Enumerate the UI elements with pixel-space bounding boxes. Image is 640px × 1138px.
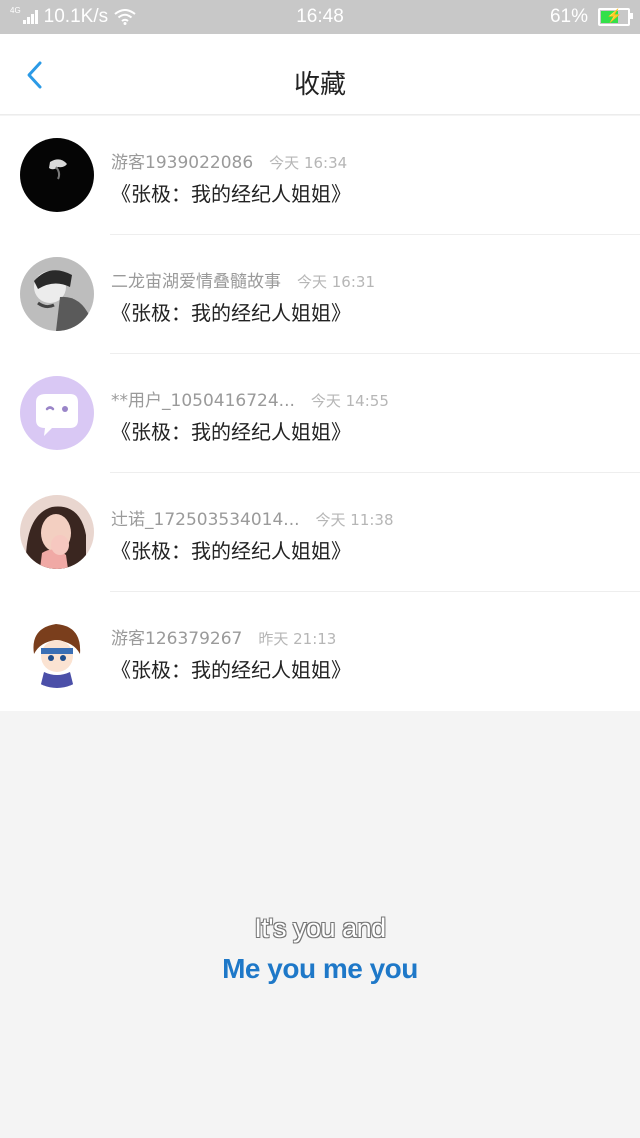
nav-bar: 收藏: [0, 34, 640, 115]
story-title: 《张极：我的经纪人姐姐》: [111, 301, 351, 325]
avatar[interactable]: [20, 138, 94, 212]
avatar[interactable]: [20, 614, 94, 688]
username: 辻诺_172503534014...: [111, 510, 300, 530]
page-title: 收藏: [293, 70, 346, 100]
list-item[interactable]: 二龙宙湖爱情叠髓故事 今天 16:31 《张极：我的经纪人姐姐》: [0, 235, 640, 354]
timestamp: 今天 16:31: [297, 273, 375, 291]
story-title: 《张极：我的经纪人姐姐》: [111, 420, 351, 444]
favorites-list: 游客1939022086 今天 16:34 《张极：我的经纪人姐姐》 二龙宙湖爱情…: [0, 116, 640, 711]
username: 游客1939022086: [111, 153, 254, 173]
battery-icon: ⚡: [598, 8, 633, 26]
lyric-line-highlight: Me you me you: [222, 953, 418, 984]
status-time: 16:48: [296, 6, 344, 27]
username: 二龙宙湖爱情叠髓故事: [111, 272, 281, 292]
username: 游客126379267: [111, 629, 243, 649]
avatar[interactable]: [20, 495, 94, 569]
timestamp: 今天 14:55: [310, 392, 389, 410]
list-item[interactable]: 游客1939022086 今天 16:34 《张极：我的经纪人姐姐》: [0, 116, 640, 235]
timestamp: 今天 11:38: [315, 511, 394, 529]
story-title: 《张极：我的经纪人姐姐》: [111, 658, 351, 682]
username: **用户_1050416724...: [111, 391, 295, 411]
list-item[interactable]: **用户_1050416724... 今天 14:55 《张极：我的经纪人姐姐》: [0, 354, 640, 473]
timestamp: 今天 16:34: [269, 154, 348, 172]
battery-percent: 61%: [549, 6, 588, 27]
status-right: 61% ⚡: [549, 6, 633, 28]
story-title: 《张极：我的经纪人姐姐》: [111, 182, 351, 206]
avatar[interactable]: [20, 376, 94, 450]
status-bar: 4G 10.1K/s 16:48 61% ⚡: [0, 0, 640, 34]
timestamp: 昨天 21:13: [258, 630, 337, 648]
lyric-line: It's you and: [254, 913, 386, 943]
list-item[interactable]: 游客126379267 昨天 21:13 《张极：我的经纪人姐姐》: [0, 592, 640, 711]
avatar[interactable]: [20, 257, 94, 331]
list-item[interactable]: 辻诺_172503534014... 今天 11:38 《张极：我的经纪人姐姐》: [0, 473, 640, 592]
story-title: 《张极：我的经纪人姐姐》: [111, 539, 351, 563]
